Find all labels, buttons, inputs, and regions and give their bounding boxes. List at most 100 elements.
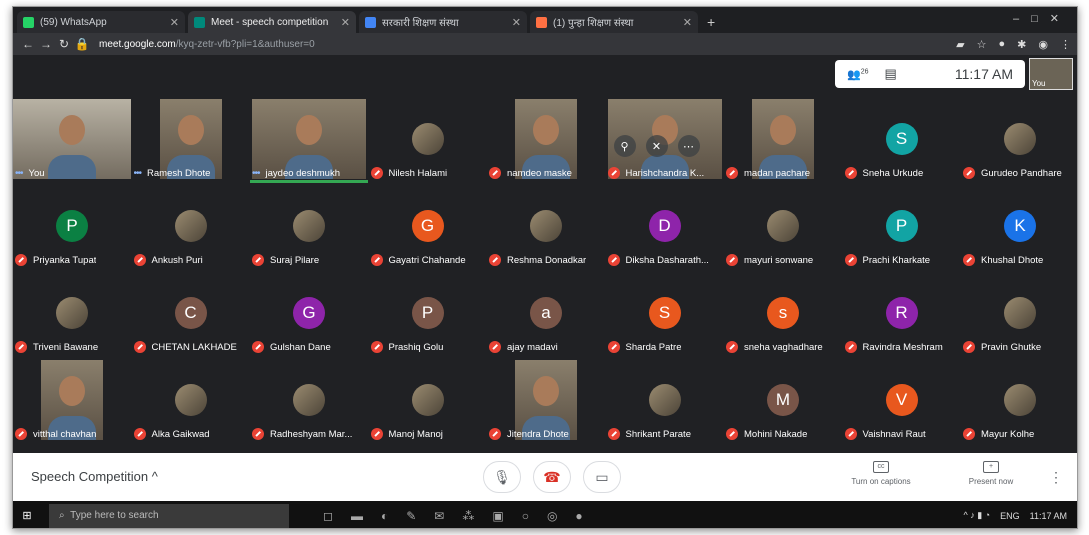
star-icon[interactable]: ☆ (977, 38, 987, 51)
chrome-icon[interactable]: ◎ (547, 509, 557, 523)
chevron-up-icon[interactable]: ^ (152, 469, 158, 484)
participant-tile[interactable]: V Vaishnavi Raut (843, 358, 961, 444)
participant-tile[interactable]: P Prachi Kharkate (843, 184, 961, 270)
camera-button[interactable]: ▭ (583, 461, 621, 493)
participant-name-row: Prachi Kharkate (844, 254, 930, 266)
more-icon[interactable]: ⋯ (677, 135, 700, 157)
participant-tile[interactable]: R Ravindra Meshram (843, 271, 961, 357)
extension-icon[interactable]: ● (999, 38, 1006, 51)
audio-level-icon: ••• (252, 168, 260, 179)
browser-tab[interactable]: Meet - speech competition ✕ (188, 11, 356, 33)
url-field[interactable]: meet.google.com/kyq-zetr-vfb?pli=1&authu… (99, 39, 956, 50)
taskbar-clock[interactable]: 11:17 AM (1030, 511, 1067, 521)
camera-in-use-icon[interactable]: ▰ (956, 38, 964, 51)
address-bar-row: ← → ↻ 🔒 meet.google.com/kyq-zetr-vfb?pli… (13, 33, 1077, 55)
participant-tile[interactable]: ••• Ramesh Dhote (132, 97, 250, 183)
close-tab-icon[interactable]: ✕ (170, 16, 179, 29)
participant-tile[interactable]: S Sharda Patre (606, 271, 724, 357)
reload-icon[interactable]: ↻ (55, 37, 73, 51)
participant-tile[interactable]: Jitendra Dhote (487, 358, 605, 444)
participant-tile[interactable]: Manoj Manoj (369, 358, 487, 444)
participant-tile[interactable]: madan pachare (724, 97, 842, 183)
participant-tile[interactable]: Ankush Puri (132, 184, 250, 270)
mute-icon[interactable]: ✕ (645, 135, 668, 157)
tab-favicon-icon (194, 16, 205, 28)
file-explorer-icon[interactable]: ▬ (351, 509, 363, 523)
participant-tile[interactable]: Nilesh Halami (369, 97, 487, 183)
edge-icon[interactable]: ◐ (381, 509, 388, 523)
app-icon[interactable]: ● (575, 509, 582, 523)
participant-tile[interactable]: Gurudeo Pandhare (961, 97, 1077, 183)
person-head (770, 115, 796, 145)
menu-icon[interactable]: ⋮ (1060, 38, 1071, 51)
people-icon[interactable]: 👥26 (847, 68, 869, 81)
search-app-icon[interactable]: ○ (522, 509, 529, 523)
present-button[interactable]: + Present now (951, 461, 1031, 486)
close-tab-icon[interactable]: ✕ (683, 16, 692, 29)
participant-tile[interactable]: Triveni Bawane (13, 271, 131, 357)
participant-tile[interactable]: namdeo maske (487, 97, 605, 183)
back-icon[interactable]: ← (19, 37, 37, 51)
task-view-icon[interactable]: ◻ (323, 509, 333, 523)
participant-tile[interactable]: Suraj Pilare (250, 184, 368, 270)
taskbar-search-placeholder: Type here to search (70, 510, 159, 521)
participant-tile[interactable]: S Sneha Urkude (843, 97, 961, 183)
tray-icons[interactable]: ^ ♪ ▮ ◔ (964, 510, 991, 521)
mail-icon[interactable]: ✉ (434, 509, 444, 523)
browser-tab[interactable]: (1) पुन्हा शिक्षण संस्था ✕ (530, 11, 698, 33)
forward-icon[interactable]: → (37, 37, 55, 51)
captions-button[interactable]: cc Turn on captions (841, 461, 921, 486)
participant-tile[interactable]: ••• You (13, 97, 131, 183)
participant-tile[interactable]: s sneha vaghadhare (724, 271, 842, 357)
participant-tile[interactable]: Alka Gaikwad (132, 358, 250, 444)
lock-icon[interactable]: 🔒 (73, 37, 91, 51)
new-tab-button[interactable]: + (701, 11, 721, 33)
chat-icon[interactable]: ▤ (885, 66, 897, 82)
puzzle-icon[interactable]: ✱ (1017, 38, 1026, 51)
windows-start-icon[interactable]: ⊞ (13, 501, 41, 528)
participant-tile[interactable]: P Priyanka Tupat (13, 184, 131, 270)
participant-tile[interactable]: Pravin Ghutke (961, 271, 1077, 357)
participant-tile[interactable]: D Diksha Dasharath... (606, 184, 724, 270)
browser-tab[interactable]: सरकारी शिक्षण संस्था ✕ (359, 11, 527, 33)
language-indicator[interactable]: ENG (1000, 511, 1020, 521)
tab-favicon-icon (365, 16, 376, 28)
participant-tile[interactable]: ⚲ ✕ ⋯ Harishchandra K... (606, 97, 724, 183)
participant-tile[interactable]: a ajay madavi (487, 271, 605, 357)
participant-tile[interactable]: Shrikant Parate (606, 358, 724, 444)
participant-tile[interactable]: G Gulshan Dane (250, 271, 368, 357)
participant-avatar: S (885, 123, 918, 155)
taskbar-search[interactable]: ⌕ Type here to search (49, 503, 289, 528)
participant-tile[interactable]: Radheshyam Mar... (250, 358, 368, 444)
participant-tile[interactable]: mayuri sonwane (724, 184, 842, 270)
close-tab-icon[interactable]: ✕ (512, 16, 521, 29)
muted-mic-icon (15, 341, 27, 353)
participant-tile[interactable]: P Prashiq Golu (369, 271, 487, 357)
leave-call-button[interactable]: ☎ (533, 461, 571, 493)
browser-tab[interactable]: (59) WhatsApp ✕ (17, 11, 185, 33)
self-preview[interactable]: You (1029, 58, 1073, 90)
participant-tile[interactable]: C CHETAN LAKHADE (132, 271, 250, 357)
participant-name: Ankush Puri (151, 254, 203, 266)
participant-tile[interactable]: K Khushal Dhote (961, 184, 1077, 270)
more-options-icon[interactable]: ⋮ (1049, 469, 1063, 486)
apps-icon[interactable]: ⁂ (462, 509, 474, 523)
store-icon[interactable]: ▣ (492, 509, 503, 523)
pin-icon[interactable]: ⚲ (613, 135, 636, 157)
participant-tile[interactable]: G Gayatri Chahande (369, 184, 487, 270)
participant-tile[interactable]: ••• jaydeo deshmukh (250, 97, 368, 183)
participant-tile[interactable]: Mayur Kolhe (961, 358, 1077, 444)
participant-name-row: CHETAN LAKHADE (133, 341, 237, 353)
close-tab-icon[interactable]: ✕ (341, 16, 350, 29)
participant-tile[interactable]: M Mohini Nakade (724, 358, 842, 444)
participant-tile[interactable]: Reshma Donadkar (487, 184, 605, 270)
participant-tile[interactable]: vitthal chavhan (13, 358, 131, 444)
captions-icon: cc (873, 461, 889, 473)
participant-name: Nilesh Halami (388, 167, 448, 179)
meeting-title[interactable]: Speech Competition ^ (31, 469, 158, 484)
window-controls[interactable]: –□✕ (1013, 12, 1071, 25)
muted-mic-icon (133, 254, 146, 266)
microphone-button[interactable]: 🎙 (483, 461, 521, 493)
pin-app-icon[interactable]: ✎ (406, 509, 416, 523)
profile-icon[interactable]: ◉ (1038, 38, 1048, 51)
